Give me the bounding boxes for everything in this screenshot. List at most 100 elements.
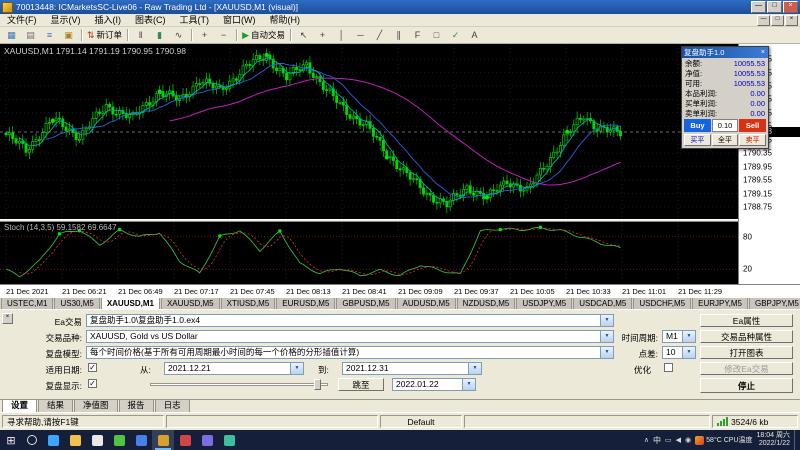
menu-item-5[interactable]: 工具(T): [173, 14, 217, 26]
symbol-tab-usdcad-m5[interactable]: USDCAD,M5: [573, 297, 632, 309]
taskbar-app-button[interactable]: [218, 430, 240, 450]
navigator-button[interactable]: ≡: [41, 28, 58, 42]
taskbar-app-button[interactable]: [196, 430, 218, 450]
tray-network-icon[interactable]: ◉: [685, 436, 691, 444]
terminal-button[interactable]: ▣: [60, 28, 77, 42]
lot-size-input[interactable]: [712, 119, 738, 132]
sell-button[interactable]: Sell: [739, 119, 766, 132]
chart-close-button[interactable]: ×: [785, 15, 798, 26]
tray-expand-icon[interactable]: ∧: [644, 436, 649, 444]
auto-trading-button[interactable]: ▶自动交易: [241, 28, 286, 42]
close-all-button[interactable]: 全平: [712, 134, 739, 146]
use-date-checkbox[interactable]: ✓: [88, 363, 97, 372]
fibonacci-button[interactable]: F: [409, 28, 426, 42]
taskbar-app-button[interactable]: [42, 430, 64, 450]
cursor-button[interactable]: ↖: [295, 28, 312, 42]
close-buy-button[interactable]: 买平: [684, 134, 711, 146]
model-select[interactable]: 每个时间价格(基于所有可用周期最小时间的每一个价格的分形插值计算) ▼: [86, 346, 614, 359]
speed-slider-thumb[interactable]: [314, 379, 321, 390]
vertical-line-button[interactable]: │: [333, 28, 350, 42]
taskbar-app-button[interactable]: [130, 430, 152, 450]
symbol-tab-ustec-m1[interactable]: USTEC,M1: [1, 297, 53, 309]
skip-date-select[interactable]: 2022.01.22 ▼: [392, 378, 476, 391]
tray-volume-icon[interactable]: ◀: [676, 436, 681, 444]
cpu-temp-widget[interactable]: 58°C CPU温度: [695, 435, 752, 445]
stop-button[interactable]: 停止: [700, 378, 793, 393]
data-window-button[interactable]: ▤: [22, 28, 39, 42]
bar-chart-button[interactable]: ‖: [132, 28, 149, 42]
menu-item-3[interactable]: 插入(I): [88, 14, 129, 26]
symbol-tab-gbpjpy-m5[interactable]: GBPJPY,M5: [749, 297, 800, 309]
buy-button[interactable]: Buy: [684, 119, 711, 132]
channel-button[interactable]: ∥: [390, 28, 407, 42]
taskbar-app-mt4-button[interactable]: [152, 430, 174, 450]
menu-item-6[interactable]: 窗口(W): [216, 14, 263, 26]
shapes-button[interactable]: □: [428, 28, 445, 42]
horizontal-line-button[interactable]: ─: [352, 28, 369, 42]
crosshair-button[interactable]: +: [314, 28, 331, 42]
menu-item-1[interactable]: 文件(F): [0, 14, 44, 26]
window-close-button[interactable]: ×: [783, 1, 798, 13]
main-chart[interactable]: 6: [0, 44, 738, 219]
menu-item-4[interactable]: 图表(C): [128, 14, 173, 26]
period-select[interactable]: M1 ▼: [662, 330, 696, 343]
window-minimize-button[interactable]: —: [751, 1, 766, 13]
symbol-tab-xauusd-m5[interactable]: XAUUSD,M5: [161, 297, 220, 309]
symbol-tab-usdchf-m5[interactable]: USDCHF,M5: [633, 297, 691, 309]
symbol-select[interactable]: XAUUSD, Gold vs US Dollar ▼: [86, 330, 614, 343]
market-watch-button[interactable]: ▦: [3, 28, 20, 42]
arrows-button[interactable]: ✓: [447, 28, 464, 42]
menu-item-2[interactable]: 显示(V): [44, 14, 88, 26]
ea-select-value: 复盘助手1.0\复盘助手1.0.ex4: [90, 315, 200, 325]
symbol-tab-eurjpy-m5[interactable]: EURJPY,M5: [692, 297, 748, 309]
symbol-tab-nzdusd-m5[interactable]: NZDUSD,M5: [457, 297, 516, 309]
status-profile[interactable]: Default: [380, 415, 462, 428]
optimize-label: 优化: [634, 364, 651, 376]
start-button[interactable]: ⊞: [0, 434, 22, 447]
symbol-properties-button[interactable]: 交易品种属性: [700, 330, 793, 343]
symbol-tab-xauusd-m1[interactable]: XAUUSD,M1: [101, 297, 160, 309]
taskbar-app-button[interactable]: [64, 430, 86, 450]
ea-select[interactable]: 复盘助手1.0\复盘助手1.0.ex4 ▼: [86, 314, 614, 327]
spread-select[interactable]: 10 ▼: [662, 346, 696, 359]
new-order-button[interactable]: ⇅新订单: [86, 28, 123, 42]
skip-to-button[interactable]: 跳至: [338, 378, 384, 391]
to-date-select[interactable]: 2021.12.31 ▼: [342, 362, 482, 375]
chart-restore-button[interactable]: □: [771, 15, 784, 26]
taskbar-app-button[interactable]: [86, 430, 108, 450]
speed-slider[interactable]: [150, 383, 328, 386]
tray-message-icon[interactable]: ▭: [665, 436, 672, 444]
open-chart-button[interactable]: 打开图表: [700, 346, 793, 359]
time-axis[interactable]: 21 Dec 202121 Dec 06:2121 Dec 06:4921 De…: [0, 284, 800, 297]
trendline-button[interactable]: ╱: [371, 28, 388, 42]
window-maximize-button[interactable]: □: [767, 1, 782, 13]
panel-close-icon[interactable]: ×: [760, 48, 766, 57]
panel-title-bar[interactable]: 复盘助手1.0 ×: [682, 47, 768, 58]
zoom-in-button[interactable]: +: [196, 28, 213, 42]
symbol-tab-gbpusd-m5[interactable]: GBPUSD,M5: [336, 297, 395, 309]
symbol-tab-eurusd-m5[interactable]: EURUSD,M5: [276, 297, 335, 309]
search-icon[interactable]: [22, 435, 42, 445]
taskbar-app-button[interactable]: [108, 430, 130, 450]
optimize-checkbox[interactable]: [664, 363, 673, 372]
taskbar-app-mt4-icon: [158, 435, 169, 446]
zoom-out-button[interactable]: −: [215, 28, 232, 42]
clock[interactable]: 18:04 周六 2022/1/22: [757, 432, 790, 449]
text-button[interactable]: A: [466, 28, 483, 42]
line-chart-button[interactable]: ∿: [170, 28, 187, 42]
show-desktop-button[interactable]: [794, 430, 799, 450]
modify-ea-button[interactable]: 修改Ea交易: [700, 362, 793, 375]
symbol-tab-us30-m5[interactable]: US30,M5: [54, 297, 99, 309]
candle-chart-button[interactable]: ▮: [151, 28, 168, 42]
symbol-tab-usdjpy-m5[interactable]: USDJPY,M5: [516, 297, 572, 309]
visual-mode-checkbox[interactable]: ✓: [88, 379, 97, 388]
symbol-tab-audusd-m5[interactable]: AUDUSD,M5: [397, 297, 456, 309]
chart-minimize-button[interactable]: —: [757, 15, 770, 26]
taskbar-app-button[interactable]: [174, 430, 196, 450]
ea-properties-button[interactable]: Ea属性: [700, 314, 793, 327]
ime-indicator[interactable]: 中: [653, 435, 661, 446]
menu-item-7[interactable]: 帮助(H): [263, 14, 308, 26]
symbol-tab-xtiusd-m5[interactable]: XTIUSD,M5: [221, 297, 276, 309]
from-date-select[interactable]: 2021.12.21 ▼: [164, 362, 304, 375]
close-sell-button[interactable]: 卖平: [739, 134, 766, 146]
